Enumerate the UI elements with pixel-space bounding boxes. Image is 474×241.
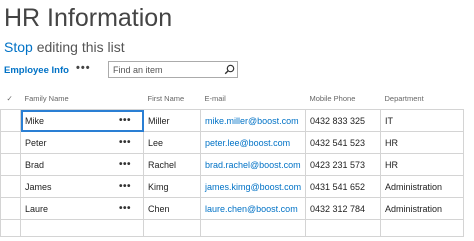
family-name-text: Peter <box>25 137 47 148</box>
family-name-text: Laure <box>25 203 49 214</box>
row-select-cell[interactable] <box>0 197 21 220</box>
row-menu-ellipsis-icon[interactable]: ••• <box>119 136 131 147</box>
column-header-family-name[interactable]: Family Name <box>21 88 144 110</box>
row-select-cell[interactable] <box>0 131 21 154</box>
table-row[interactable]: Brad ••• Rachel brad.rachel@boost.com 04… <box>0 153 464 176</box>
row-menu-ellipsis-icon[interactable]: ••• <box>119 158 131 169</box>
mobile-phone-cell[interactable]: 0432 541 523 <box>305 131 381 154</box>
employee-table: ✓ Family Name First Name E-mail Mobile P… <box>0 88 464 237</box>
department-cell[interactable]: Administration <box>380 175 464 198</box>
first-name-cell[interactable]: Kimg <box>143 175 201 198</box>
new-email-cell[interactable] <box>200 219 306 237</box>
first-name-cell[interactable]: Lee <box>143 131 201 154</box>
new-first-name-cell[interactable] <box>143 219 201 237</box>
new-department-cell[interactable] <box>380 219 464 237</box>
view-tab-employee-info[interactable]: Employee Info <box>4 64 69 78</box>
search-box <box>108 61 238 78</box>
email-link[interactable]: peter.lee@boost.com <box>205 138 290 148</box>
family-name-text: Brad <box>25 159 45 170</box>
email-cell[interactable]: mike.miller@boost.com <box>200 109 306 132</box>
row-select-cell[interactable] <box>0 219 21 237</box>
first-name-cell[interactable]: Rachel <box>143 153 201 176</box>
row-menu-ellipsis-icon[interactable]: ••• <box>119 180 131 191</box>
mobile-phone-cell[interactable]: 0423 231 573 <box>305 153 381 176</box>
search-input[interactable] <box>109 62 223 77</box>
family-name-text: James <box>25 181 52 192</box>
email-cell[interactable]: james.kimg@boost.com <box>200 175 306 198</box>
email-link[interactable]: james.kimg@boost.com <box>205 182 301 192</box>
first-name-cell[interactable]: Miller <box>143 109 201 132</box>
row-select-cell[interactable] <box>0 153 21 176</box>
employee-grid: ✓ Family Name First Name E-mail Mobile P… <box>0 88 474 237</box>
email-link[interactable]: mike.miller@boost.com <box>205 116 299 126</box>
table-row[interactable]: Laure ••• Chen laure.chen@boost.com 0432… <box>0 197 464 220</box>
mobile-phone-cell[interactable]: 0432 833 325 <box>305 109 381 132</box>
view-more-button[interactable]: ••• <box>76 62 91 74</box>
new-family-name-cell[interactable] <box>20 219 144 237</box>
email-cell[interactable]: peter.lee@boost.com <box>200 131 306 154</box>
mobile-phone-cell[interactable]: 0431 541 652 <box>305 175 381 198</box>
department-cell[interactable]: Administration <box>380 197 464 220</box>
edit-mode-banner: Stop editing this list <box>4 38 125 56</box>
family-name-cell[interactable]: Mike ••• <box>20 109 144 132</box>
editing-status-text: editing this list <box>32 39 125 55</box>
search-icon[interactable] <box>223 64 235 76</box>
select-all-checkmark-icon[interactable]: ✓ <box>1 88 21 110</box>
family-name-cell[interactable]: Brad ••• <box>20 153 144 176</box>
family-name-cell[interactable]: Laure ••• <box>20 197 144 220</box>
department-cell[interactable]: IT <box>380 109 464 132</box>
new-mobile-phone-cell[interactable] <box>305 219 381 237</box>
family-name-cell[interactable]: James ••• <box>20 175 144 198</box>
email-link[interactable]: laure.chen@boost.com <box>205 204 298 214</box>
first-name-cell[interactable]: Chen <box>143 197 201 220</box>
department-cell[interactable]: HR <box>380 131 464 154</box>
email-cell[interactable]: brad.rachel@boost.com <box>200 153 306 176</box>
row-menu-ellipsis-icon[interactable]: ••• <box>119 114 131 125</box>
column-header-department[interactable]: Department <box>381 88 464 110</box>
column-header-mobile-phone[interactable]: Mobile Phone <box>306 88 381 110</box>
row-select-cell[interactable] <box>0 109 21 132</box>
family-name-cell[interactable]: Peter ••• <box>20 131 144 154</box>
email-cell[interactable]: laure.chen@boost.com <box>200 197 306 220</box>
row-select-cell[interactable] <box>0 175 21 198</box>
page-title: HR Information <box>4 4 173 32</box>
table-header-row: ✓ Family Name First Name E-mail Mobile P… <box>1 88 464 110</box>
table-row[interactable]: Mike ••• Miller mike.miller@boost.com 04… <box>0 109 464 132</box>
column-header-email[interactable]: E-mail <box>201 88 306 110</box>
email-link[interactable]: brad.rachel@boost.com <box>205 160 301 170</box>
new-item-row[interactable] <box>0 219 464 237</box>
mobile-phone-cell[interactable]: 0432 312 784 <box>305 197 381 220</box>
department-cell[interactable]: HR <box>380 153 464 176</box>
stop-editing-link[interactable]: Stop <box>4 39 33 55</box>
row-menu-ellipsis-icon[interactable]: ••• <box>119 202 131 213</box>
table-row[interactable]: James ••• Kimg james.kimg@boost.com 0431… <box>0 175 464 198</box>
column-header-first-name[interactable]: First Name <box>144 88 201 110</box>
table-row[interactable]: Peter ••• Lee peter.lee@boost.com 0432 5… <box>0 131 464 154</box>
family-name-text: Mike <box>25 115 45 126</box>
